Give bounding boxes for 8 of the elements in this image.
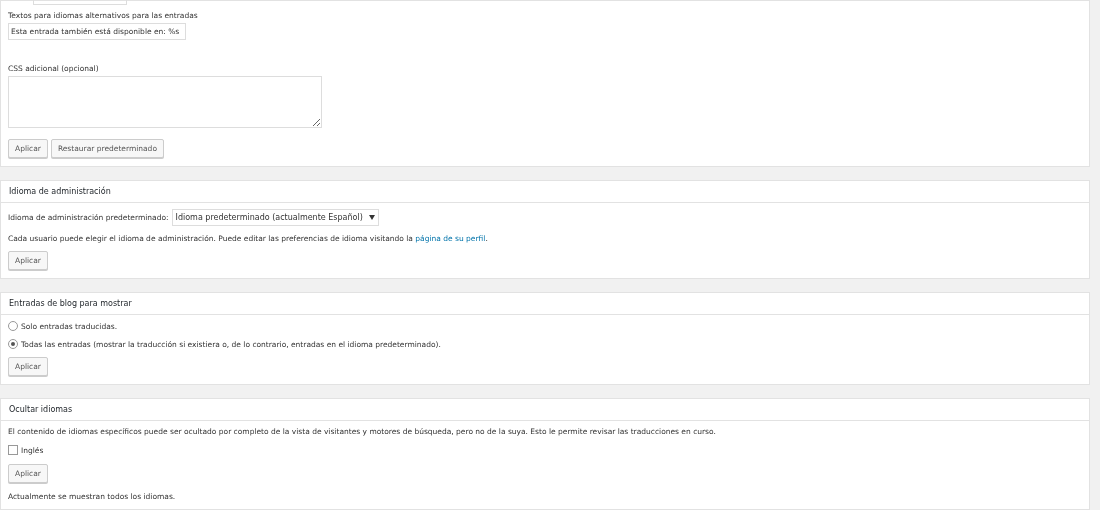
checkbox[interactable] [8,445,18,455]
select-field[interactable]: Idioma predeterminado (actualmente Español) [171,209,379,226]
panel-title: Idioma de administración [1,181,1089,203]
caret-icon [368,215,375,220]
panel-title: Ocultar idiomas [1,399,1089,421]
css-textarea[interactable] [8,76,322,128]
panel-title: Entradas de blog para mostrar [1,293,1089,315]
select-field[interactable] [33,0,127,5]
